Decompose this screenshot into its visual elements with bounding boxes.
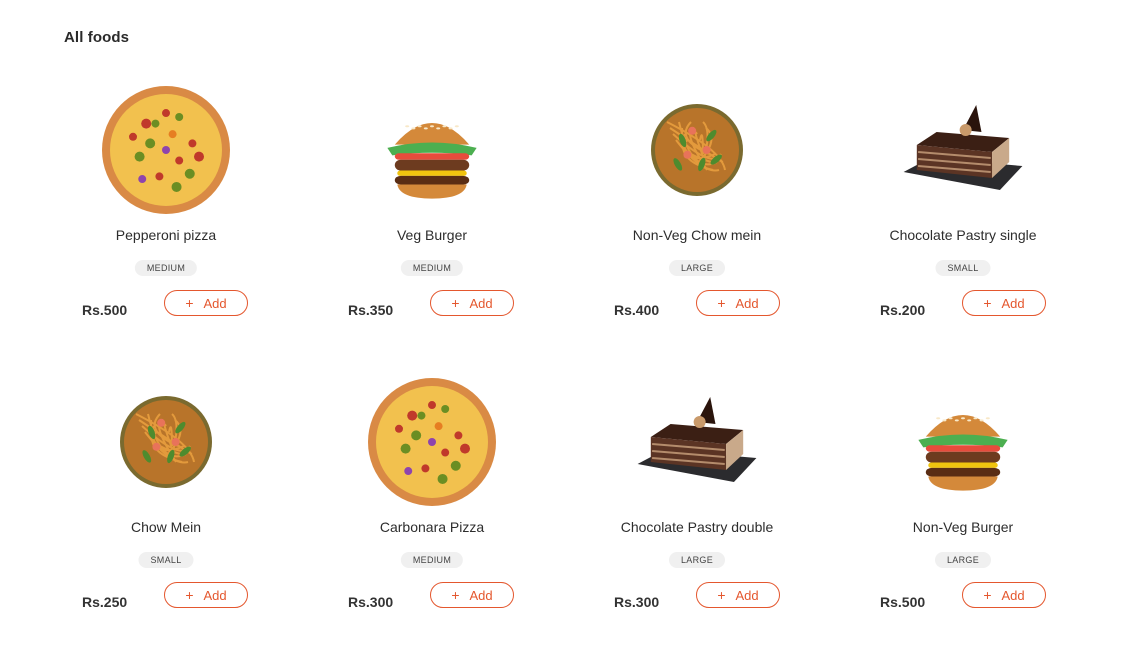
food-image[interactable]: [82, 367, 250, 517]
add-button[interactable]: + Add: [164, 582, 248, 608]
food-name: Non-Veg Burger: [912, 519, 1014, 535]
plus-icon: +: [983, 587, 992, 603]
food-name: Chocolate Pastry double: [620, 519, 774, 535]
food-card[interactable]: Non-Veg Burger LARGE Rs.500 + Add: [880, 367, 1110, 637]
size-badge: LARGE: [934, 552, 992, 568]
food-price: Rs.200: [880, 302, 926, 318]
food-image[interactable]: [880, 75, 1046, 225]
add-button-label: Add: [203, 587, 227, 603]
food-image[interactable]: [82, 75, 250, 225]
add-button-label: Add: [1001, 587, 1025, 603]
food-card[interactable]: Chocolate Pastry single SMALL Rs.200 + Ad…: [880, 75, 1110, 345]
plus-icon: +: [717, 587, 726, 603]
add-button[interactable]: + Add: [430, 290, 514, 316]
add-button-label: Add: [1001, 295, 1025, 311]
size-badge: MEDIUM: [134, 260, 198, 276]
food-price: Rs.400: [614, 302, 660, 318]
food-card[interactable]: Pepperoni pizza MEDIUM Rs.500 + Add: [82, 75, 312, 345]
plus-icon: +: [717, 295, 726, 311]
add-button-label: Add: [735, 587, 759, 603]
food-name: Pepperoni pizza: [115, 227, 217, 243]
food-name: Veg Burger: [396, 227, 468, 243]
size-badge: SMALL: [935, 260, 991, 276]
food-price: Rs.250: [82, 594, 128, 610]
food-card[interactable]: Veg Burger MEDIUM Rs.350 + Add: [348, 75, 578, 345]
add-button[interactable]: + Add: [430, 582, 514, 608]
food-name: Non-Veg Chow mein: [632, 227, 762, 243]
add-button[interactable]: + Add: [962, 582, 1046, 608]
add-button-label: Add: [203, 295, 227, 311]
size-badge: SMALL: [138, 552, 194, 568]
size-badge: MEDIUM: [400, 552, 464, 568]
plus-icon: +: [983, 295, 992, 311]
plus-icon: +: [185, 587, 194, 603]
size-badge: MEDIUM: [400, 260, 464, 276]
food-image[interactable]: [348, 75, 516, 225]
add-button-label: Add: [469, 587, 493, 603]
food-price: Rs.350: [348, 302, 394, 318]
food-name: Chow Mein: [130, 519, 202, 535]
plus-icon: +: [185, 295, 194, 311]
food-grid: Pepperoni pizza MEDIUM Rs.500 + Add Veg B…: [0, 0, 1142, 657]
food-card[interactable]: Non-Veg Chow mein LARGE Rs.400 + Add: [614, 75, 844, 345]
add-button[interactable]: + Add: [164, 290, 248, 316]
size-badge: LARGE: [668, 260, 726, 276]
add-button[interactable]: + Add: [696, 290, 780, 316]
food-image[interactable]: [348, 367, 516, 517]
food-image[interactable]: [614, 367, 780, 517]
add-button-label: Add: [469, 295, 493, 311]
food-price: Rs.300: [614, 594, 660, 610]
plus-icon: +: [451, 587, 460, 603]
food-price: Rs.500: [880, 594, 926, 610]
food-card[interactable]: Chocolate Pastry double LARGE Rs.300 + Ad…: [614, 367, 844, 637]
food-name: Chocolate Pastry single: [889, 227, 1037, 243]
food-card[interactable]: Chow Mein SMALL Rs.250 + Add: [82, 367, 312, 637]
size-badge: LARGE: [668, 552, 726, 568]
food-price: Rs.300: [348, 594, 394, 610]
food-image[interactable]: [614, 75, 780, 225]
food-price: Rs.500: [82, 302, 128, 318]
add-button-label: Add: [735, 295, 759, 311]
plus-icon: +: [451, 295, 460, 311]
food-name: Carbonara Pizza: [379, 519, 485, 535]
food-image[interactable]: [880, 367, 1046, 517]
add-button[interactable]: + Add: [962, 290, 1046, 316]
add-button[interactable]: + Add: [696, 582, 780, 608]
food-card[interactable]: Carbonara Pizza MEDIUM Rs.300 + Add: [348, 367, 578, 637]
